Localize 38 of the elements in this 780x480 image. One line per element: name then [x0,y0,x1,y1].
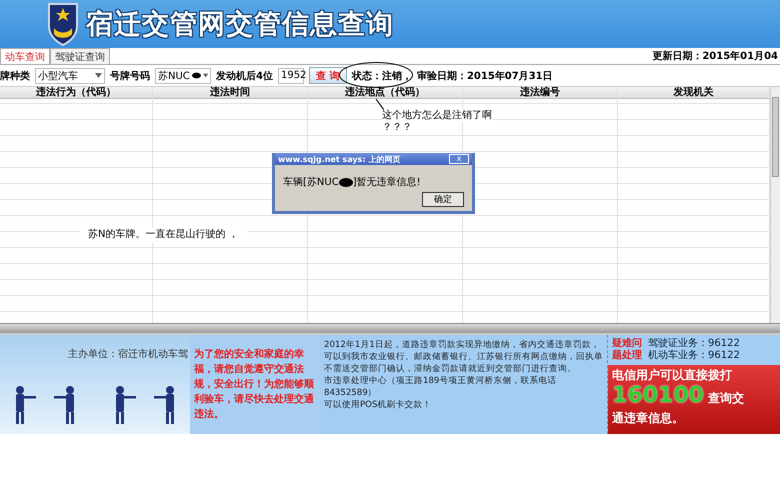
plate-number-select[interactable]: 苏NUC [155,68,211,84]
help-label: 题处理 [612,350,642,362]
search-button[interactable]: 查 询 [308,67,347,84]
annotation-text: 这个地方怎么是注销了啊 [382,110,492,122]
inspection-date: 审验日期：2015年07月31日 [416,69,553,82]
hotline-text: 驾驶证业务：96122 [648,338,740,350]
ok-button[interactable]: 确定 [422,192,464,207]
update-date: 更新日期：2015年01月04 [652,49,779,63]
tab[interactable]: 驾驶证查询 [50,48,110,64]
dialog-message: ]暂无违章信息! [352,176,421,189]
engine-label: 发动机后4位 [216,70,273,82]
tab[interactable]: 动车查询 [0,48,50,64]
dialog-message: 车辆[苏NUC [283,176,339,189]
column-header: 违法编号 [463,87,617,99]
engine-input[interactable]: 1952 [278,68,304,84]
sponsor-text: 主办单位：宿迁市机动车驾 [68,348,189,361]
site-title: 宿迁交管网交管信息查询 [86,8,394,42]
close-button[interactable]: x [449,154,469,164]
column-header: 发现机关 [618,87,769,99]
column-header: 违法时间 [153,87,307,99]
help-label: 疑难问 [612,338,642,350]
promo-text: 电信用户可以直接拨打 [612,367,733,384]
promo-number: 160100 [612,384,704,408]
annotation-text: 苏N的车牌。一直在昆山行驶的 ， [80,227,247,243]
plate-number-label: 号牌号码 [110,70,150,82]
notice-text: 可以使用POS机刷卡交款！ [324,399,432,411]
notice-text: 市违章处理中心（项王路189号项王黄河桥东侧，联系电话84352589） [324,375,558,399]
dialog-title: www.sqjg.net says: 上的网页 [278,154,400,164]
promo-text: 查询交 [708,390,744,407]
plate-type-select[interactable]: 小型汽车 [35,68,105,84]
column-header: 违法行为（代码） [0,87,152,99]
safety-slogan: 为了您的安全和家庭的幸福，请您自觉遵守交通法规，安全出行！为您能够顺利验车，请尽快去处理交通违法。 [190,335,320,434]
column-header: 违法地点（代码） [308,87,462,99]
status-text: 状态：注销， [352,69,412,82]
plate-type-label: 牌种类 [0,70,30,82]
hotline-text: 机动车业务：96122 [648,350,740,362]
promo-text: 通违章信息。 [612,410,685,427]
notice-text: 2012年1月1日起，道路违章罚款实现异地缴纳，省内交通违章罚款，可以到我市农业银行、邮政储蓄银行、江苏银行所有网点缴纳，回执单不需送交管部门确认，滞纳金罚款请就近到交管部门进行查询。 [324,339,603,375]
